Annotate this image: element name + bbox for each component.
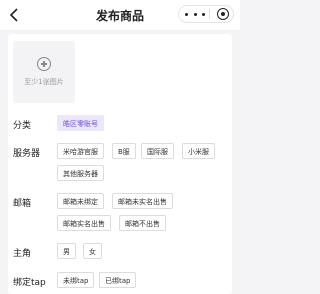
upload-image-button[interactable]: 至少1张图片 xyxy=(13,41,75,103)
more-menu-button[interactable] xyxy=(185,8,205,20)
server-option[interactable]: B服 xyxy=(112,143,136,159)
category-tag[interactable]: 皓区零账号 xyxy=(57,115,104,131)
server-option[interactable]: 米哈游官服 xyxy=(57,143,104,159)
nav-bar: 发布商品 xyxy=(0,0,240,30)
mini-program-capsule xyxy=(178,5,234,23)
email-label: 邮箱 xyxy=(13,199,32,209)
email-option[interactable]: 邮箱未绑定 xyxy=(57,193,104,209)
capsule-divider xyxy=(209,9,210,19)
email-option[interactable]: 邮箱实名出售 xyxy=(57,215,111,231)
taptap-option-unbound[interactable]: 未绑tap xyxy=(57,272,95,288)
more-dots-icon xyxy=(185,12,188,16)
role-option-male[interactable]: 男 xyxy=(57,243,76,259)
taptap-label: 绑定tap xyxy=(13,278,46,288)
category-label: 分类 xyxy=(13,121,32,131)
plus-circle-icon xyxy=(37,57,51,71)
taptap-option-bound[interactable]: 已绑tap xyxy=(99,272,137,288)
role-option-female[interactable]: 女 xyxy=(83,243,102,259)
close-program-button[interactable] xyxy=(217,8,229,20)
role-label: 主角 xyxy=(13,249,32,259)
server-option[interactable]: 其他服务器 xyxy=(57,165,104,181)
server-label: 服务器 xyxy=(13,149,41,159)
email-option[interactable]: 邮箱未实名出售 xyxy=(112,193,173,209)
email-option[interactable]: 邮箱不出售 xyxy=(119,215,166,231)
upload-hint: 至少1张图片 xyxy=(24,78,64,86)
server-option[interactable]: 小米服 xyxy=(182,143,215,159)
server-option[interactable]: 国际服 xyxy=(141,143,174,159)
